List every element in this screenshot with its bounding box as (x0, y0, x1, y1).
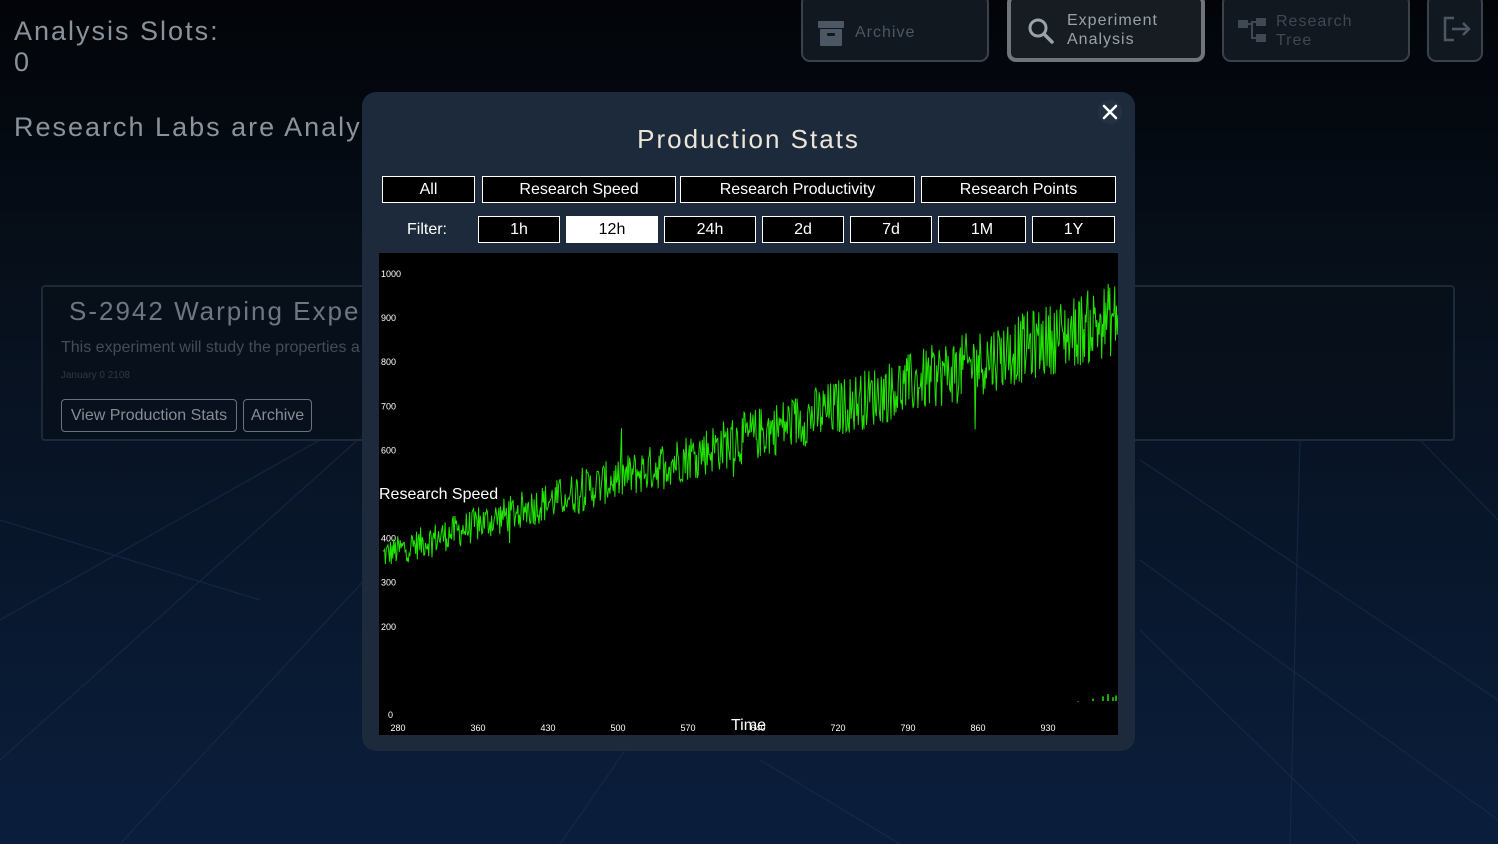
research-tree-label: Research Tree (1276, 12, 1352, 50)
logout-button[interactable] (1427, 0, 1483, 62)
research-speed-series-line (382, 283, 1118, 565)
tab-research-speed[interactable]: Research Speed (482, 176, 676, 203)
y-tick-label: 700 (381, 401, 396, 411)
y-tick-label: 1000 (381, 269, 401, 279)
archive-box-icon (817, 18, 845, 53)
x-tick-label: 360 (470, 723, 485, 733)
tab-research-productivity[interactable]: Research Productivity (680, 176, 915, 203)
view-production-stats-button[interactable]: View Production Stats (61, 399, 237, 432)
x-tick-label: 570 (680, 723, 695, 733)
experiment-analysis-nav-button[interactable]: Experiment Analysis (1007, 0, 1205, 62)
filter-1m[interactable]: 1M (938, 216, 1026, 243)
experiment-analysis-label: Experiment Analysis (1067, 11, 1158, 49)
y-tick-label: 600 (381, 445, 396, 455)
archive-experiment-button[interactable]: Archive (243, 399, 312, 432)
filter-1y[interactable]: 1Y (1032, 216, 1115, 243)
research-tree-label-line1: Research (1276, 13, 1353, 30)
tab-all[interactable]: All (382, 176, 475, 203)
x-tick-label: 860 (970, 723, 985, 733)
modal-title: Production Stats (637, 124, 860, 154)
tab-research-points[interactable]: Research Points (921, 176, 1116, 203)
experiment-date: January 0 2108 (61, 370, 130, 381)
close-button[interactable] (1098, 100, 1122, 124)
filter-2d[interactable]: 2d (762, 216, 844, 243)
search-icon (1027, 17, 1055, 50)
close-icon (1102, 104, 1118, 120)
research-speed-chart: 0200300400500600700800900100028036043050… (379, 253, 1118, 735)
chart-y-axis-label: Research Speed (379, 486, 501, 504)
slots-title: Analysis Slots: (14, 16, 220, 46)
research-tree-label-line2: Tree (1276, 32, 1313, 49)
analysis-slots-label: Analysis Slots: 0 (14, 16, 220, 78)
filter-12h[interactable]: 12h (566, 216, 658, 243)
x-tick-label: 430 (540, 723, 555, 733)
production-stats-modal: Production Stats All Research Speed Rese… (362, 92, 1135, 751)
experiment-title: S-2942 Warping Exper (69, 296, 372, 326)
y-tick-label: 200 (381, 622, 396, 632)
y-tick-label: 800 (381, 357, 396, 367)
slots-count: 0 (14, 47, 32, 77)
y-tick-label: 0 (388, 710, 393, 720)
tree-diagram-icon (1238, 18, 1268, 49)
research-labs-status: Research Labs are Analys (14, 112, 378, 142)
filter-24h[interactable]: 24h (664, 216, 756, 243)
experiment-analysis-label-line2: Analysis (1067, 31, 1135, 48)
x-tick-label: 280 (390, 723, 405, 733)
experiment-analysis-label-line1: Experiment (1067, 12, 1158, 29)
x-tick-label: 930 (1040, 723, 1055, 733)
x-tick-label: 500 (610, 723, 625, 733)
filter-7d[interactable]: 7d (850, 216, 932, 243)
chart-x-axis-label: Time (731, 717, 766, 734)
experiment-description: This experiment will study the propertie… (61, 339, 360, 356)
archive-nav-button[interactable]: Archive (801, 0, 989, 62)
research-tree-nav-button[interactable]: Research Tree (1222, 0, 1410, 62)
y-tick-label: 900 (381, 313, 396, 323)
x-tick-label: 790 (900, 723, 915, 733)
filter-1h[interactable]: 1h (478, 216, 560, 243)
logout-icon (1442, 16, 1472, 47)
y-tick-label: 300 (381, 578, 396, 588)
filter-label: Filter: (407, 221, 447, 238)
archive-nav-label: Archive (855, 24, 916, 41)
x-tick-label: 720 (830, 723, 845, 733)
